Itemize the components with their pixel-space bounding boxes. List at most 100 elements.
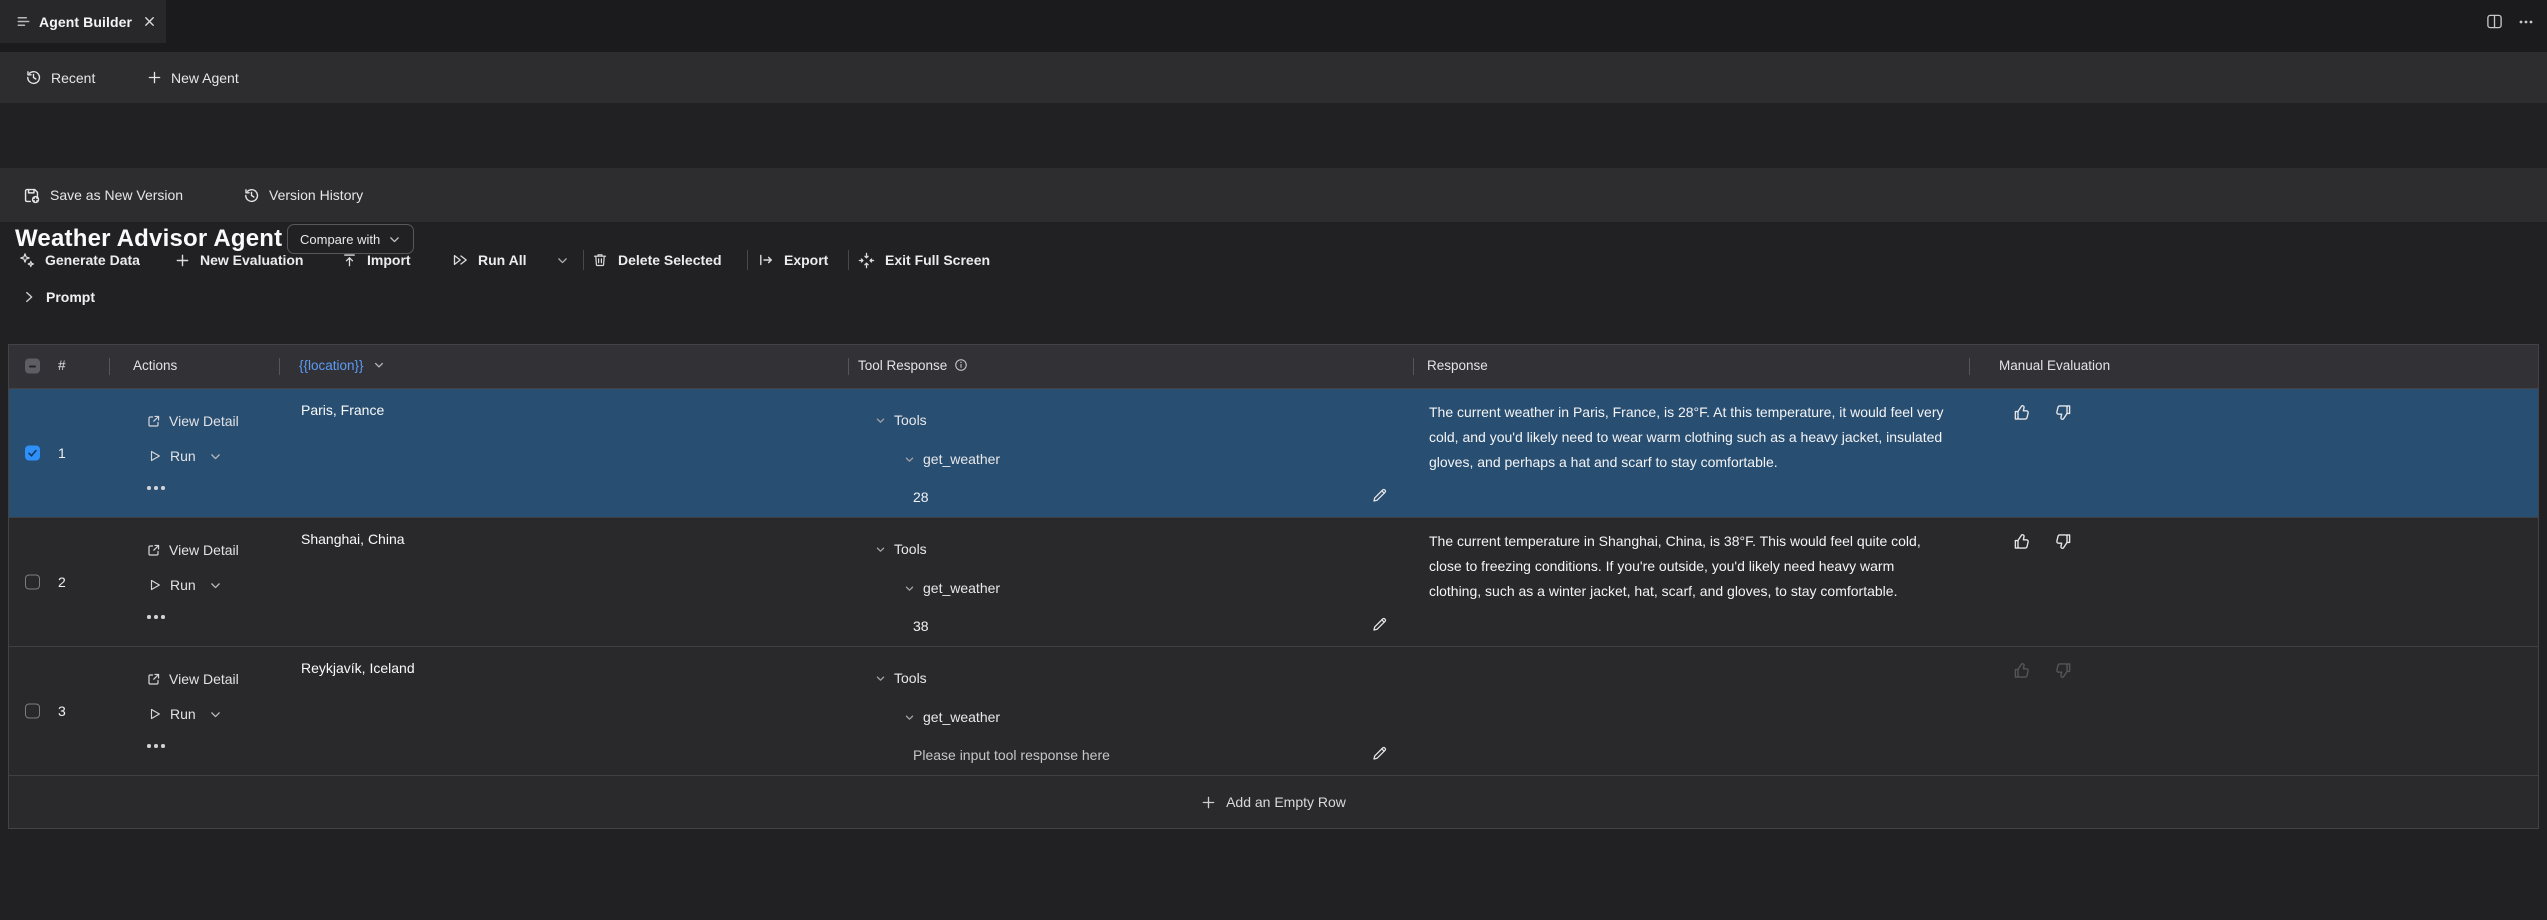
tools-tree-group[interactable]: Tools <box>875 670 927 686</box>
column-header-num: # <box>58 358 66 373</box>
thumbs-down-icon[interactable] <box>2053 661 2072 680</box>
chevron-down-icon[interactable] <box>209 450 222 463</box>
run-all-button[interactable]: Run All <box>452 236 526 284</box>
delete-selected-button[interactable]: Delete Selected <box>592 236 722 284</box>
thumbs-up-icon[interactable] <box>2013 403 2032 422</box>
new-agent-button[interactable]: New Agent <box>147 70 239 86</box>
tool-node[interactable]: get_weather <box>904 580 1000 596</box>
tool-response-value[interactable]: 38 <box>913 618 929 634</box>
version-history-button[interactable]: Version History <box>243 187 363 204</box>
table-row: 1 View Detail Run Paris, France Tools ge… <box>9 389 2538 517</box>
chevron-right-icon <box>22 290 36 304</box>
history-icon <box>243 187 260 204</box>
import-label: Import <box>367 252 411 268</box>
list-lines-icon <box>16 14 31 29</box>
view-detail-label: View Detail <box>169 413 239 429</box>
view-detail-button[interactable]: View Detail <box>146 671 239 687</box>
tool-name-label: get_weather <box>923 580 1000 596</box>
row-checkbox[interactable] <box>25 446 40 461</box>
generate-data-label: Generate Data <box>45 252 140 268</box>
save-plus-icon <box>22 186 41 205</box>
run-label: Run <box>170 448 196 464</box>
export-arrow-icon <box>758 252 774 268</box>
tool-response-value[interactable]: Please input tool response here <box>913 747 1110 763</box>
view-detail-button[interactable]: View Detail <box>146 542 239 558</box>
select-all-checkbox[interactable] <box>25 359 40 374</box>
close-icon[interactable] <box>143 15 156 28</box>
location-cell[interactable]: Paris, France <box>301 402 841 418</box>
table-header: # Actions {{location}} Tool Response Res… <box>9 345 2538 389</box>
row-number: 1 <box>58 445 66 461</box>
tools-group-label: Tools <box>894 412 927 428</box>
tools-tree-group[interactable]: Tools <box>875 541 927 557</box>
thumbs-up-icon[interactable] <box>2013 532 2032 551</box>
chevron-down-icon[interactable] <box>373 359 385 371</box>
export-label: Export <box>784 252 828 268</box>
chevron-down-icon <box>556 254 569 267</box>
tools-tree-group[interactable]: Tools <box>875 412 927 428</box>
column-header-location[interactable]: {{location}} <box>299 358 385 373</box>
tool-node[interactable]: get_weather <box>904 451 1000 467</box>
chevron-down-icon[interactable] <box>875 415 886 426</box>
header-divider <box>1413 358 1414 375</box>
export-button[interactable]: Export <box>758 236 828 284</box>
more-actions-button[interactable] <box>147 615 165 619</box>
thumbs-down-icon[interactable] <box>2053 403 2072 422</box>
ellipsis-icon[interactable] <box>2517 13 2535 31</box>
play-icon <box>148 578 162 592</box>
split-columns-icon[interactable] <box>2486 13 2503 30</box>
thumbs-down-icon[interactable] <box>2053 532 2072 551</box>
run-all-dropdown-chevron[interactable] <box>556 236 569 284</box>
response-cell[interactable]: The current temperature in Shanghai, Chi… <box>1429 529 1944 604</box>
toolbar-divider <box>583 250 584 270</box>
prompt-section-header[interactable]: Prompt <box>0 282 2547 312</box>
tab-title: Agent Builder <box>39 14 132 30</box>
chevron-down-icon[interactable] <box>875 673 886 684</box>
edit-icon[interactable] <box>1371 616 1388 633</box>
exit-full-screen-button[interactable]: Exit Full Screen <box>858 236 990 284</box>
manual-evaluation-cell <box>2013 532 2072 551</box>
edit-icon[interactable] <box>1371 745 1388 762</box>
chevron-down-icon[interactable] <box>904 583 915 594</box>
location-cell[interactable]: Reykjavík, Iceland <box>301 660 841 676</box>
tool-node[interactable]: get_weather <box>904 709 1000 725</box>
add-empty-row-button[interactable]: Add an Empty Row <box>9 775 2538 828</box>
tool-response-value-text: 38 <box>913 618 929 634</box>
recent-button[interactable]: Recent <box>25 69 95 86</box>
save-as-new-version-button[interactable]: Save as New Version <box>22 186 183 205</box>
external-link-icon <box>146 414 161 429</box>
more-actions-button[interactable] <box>147 486 165 490</box>
more-actions-button[interactable] <box>147 744 165 748</box>
tool-name-label: get_weather <box>923 451 1000 467</box>
chevron-down-icon[interactable] <box>875 544 886 555</box>
run-button[interactable]: Run <box>148 577 222 593</box>
header-divider <box>279 358 280 375</box>
view-detail-button[interactable]: View Detail <box>146 413 239 429</box>
evaluation-table: # Actions {{location}} Tool Response Res… <box>8 344 2539 829</box>
version-bar: Save as New Version Version History <box>0 168 2547 222</box>
tool-response-value[interactable]: 28 <box>913 489 929 505</box>
row-checkbox[interactable] <box>25 704 40 719</box>
import-button[interactable]: Import <box>342 236 411 284</box>
chevron-down-icon[interactable] <box>904 454 915 465</box>
agent-builder-window: { "window": { "tab_title": "Agent Builde… <box>0 0 2547 920</box>
new-evaluation-button[interactable]: New Evaluation <box>175 236 303 284</box>
row-checkbox[interactable] <box>25 575 40 590</box>
edit-icon[interactable] <box>1371 487 1388 504</box>
external-link-icon <box>146 672 161 687</box>
thumbs-up-icon[interactable] <box>2013 661 2032 680</box>
info-circle-icon[interactable] <box>954 358 968 372</box>
generate-data-button[interactable]: Generate Data <box>19 236 140 284</box>
location-cell[interactable]: Shanghai, China <box>301 531 841 547</box>
response-cell[interactable]: The current weather in Paris, France, is… <box>1429 400 1944 475</box>
chevron-down-icon[interactable] <box>209 708 222 721</box>
chevron-down-icon[interactable] <box>209 579 222 592</box>
tab-agent-builder[interactable]: Agent Builder <box>0 0 166 43</box>
response-text: The current temperature in Shanghai, Chi… <box>1429 533 1921 599</box>
evaluation-toolbar: Generate Data New Evaluation Import Run … <box>0 236 2547 284</box>
run-button[interactable]: Run <box>148 706 222 722</box>
run-button[interactable]: Run <box>148 448 222 464</box>
chevron-down-icon[interactable] <box>904 712 915 723</box>
exit-full-screen-label: Exit Full Screen <box>885 252 990 268</box>
header-divider <box>848 358 849 375</box>
